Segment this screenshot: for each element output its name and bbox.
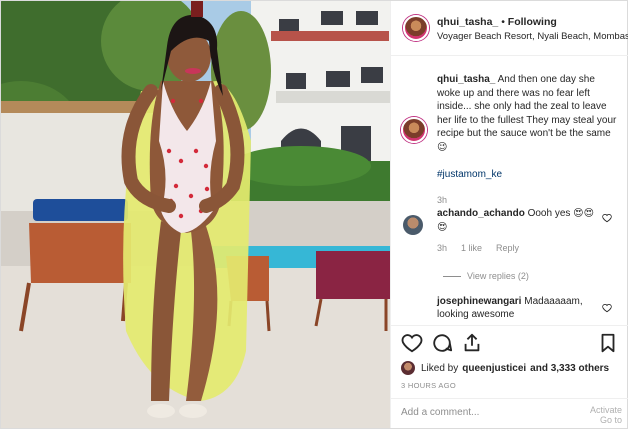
watermark-line-1: Activate [589, 405, 622, 415]
comment-username[interactable]: josephinewangari [437, 296, 521, 307]
author-username[interactable]: qhui_tasha_ [437, 16, 498, 28]
comment-time: 3h [437, 243, 448, 253]
comment-like-heart-icon[interactable] [602, 213, 612, 223]
author-line: qhui_tasha_ • Following [437, 16, 557, 28]
liker-username[interactable]: queenjusticei [462, 363, 526, 374]
like-heart-icon[interactable] [401, 332, 423, 354]
comment-reply-button[interactable]: Reply [496, 241, 519, 255]
add-comment-bar: Activate Go to [391, 398, 628, 429]
following-button[interactable]: Following [508, 16, 557, 28]
post-photo[interactable] [1, 1, 390, 428]
add-comment-input[interactable] [401, 407, 561, 418]
comment-item: achando_achando Oooh yes 😍😍😍 3h 1 like R… [403, 207, 602, 283]
comment-username[interactable]: achando_achando [437, 208, 525, 219]
commenter-avatar[interactable] [403, 215, 423, 235]
post-timestamp: 3 HOURS AGO [401, 381, 456, 390]
instagram-post: qhui_tasha_ • Following Voyager Beach Re… [0, 0, 628, 429]
likes-summary: Liked by queenjusticei and 3,333 others [401, 361, 609, 375]
share-upload-icon[interactable] [461, 332, 483, 354]
caption-time: 3h [437, 194, 448, 205]
comment-meta: 3h 1 like Reply [437, 241, 602, 255]
post-caption: qhui_tasha_ And then one day she woke up… [401, 73, 617, 207]
post-photo-image [1, 1, 390, 428]
post-header: qhui_tasha_ • Following Voyager Beach Re… [391, 1, 628, 56]
header-separator: • [498, 16, 508, 28]
bookmark-save-icon[interactable] [597, 332, 619, 354]
post-side-panel: qhui_tasha_ • Following Voyager Beach Re… [390, 1, 628, 428]
comment-item: josephinewangari Madaaaaam, looking awes… [437, 295, 602, 321]
caption-author-avatar[interactable] [401, 117, 427, 143]
location-link[interactable]: Voyager Beach Resort, Nyali Beach, Momba… [437, 31, 628, 42]
caption-hashtag[interactable]: #justamom_ke [437, 168, 617, 182]
action-icon-bar [401, 332, 621, 356]
view-replies-button[interactable]: View replies (2) [443, 269, 602, 283]
activate-windows-watermark: Activate Go to [590, 405, 622, 425]
post-actions: Liked by queenjusticei and 3,333 others … [391, 325, 628, 428]
comment-like-heart-icon[interactable] [602, 303, 612, 313]
watermark-line-2: Go to [599, 415, 622, 425]
comment-bubble-icon[interactable] [431, 332, 453, 354]
view-replies-label: View replies (2) [467, 271, 529, 281]
author-avatar[interactable] [403, 15, 429, 41]
liker-avatar[interactable] [401, 361, 415, 375]
caption-username[interactable]: qhui_tasha_ [437, 74, 495, 85]
likes-count[interactable]: and 3,333 others [530, 363, 609, 374]
replies-line-divider [443, 275, 461, 277]
likes-prefix: Liked by [421, 362, 459, 374]
caption-text: And then one day she woke up and there w… [437, 74, 617, 153]
comment-like-count[interactable]: 1 like [461, 241, 482, 255]
comments-section[interactable]: qhui_tasha_ And then one day she woke up… [391, 57, 628, 325]
